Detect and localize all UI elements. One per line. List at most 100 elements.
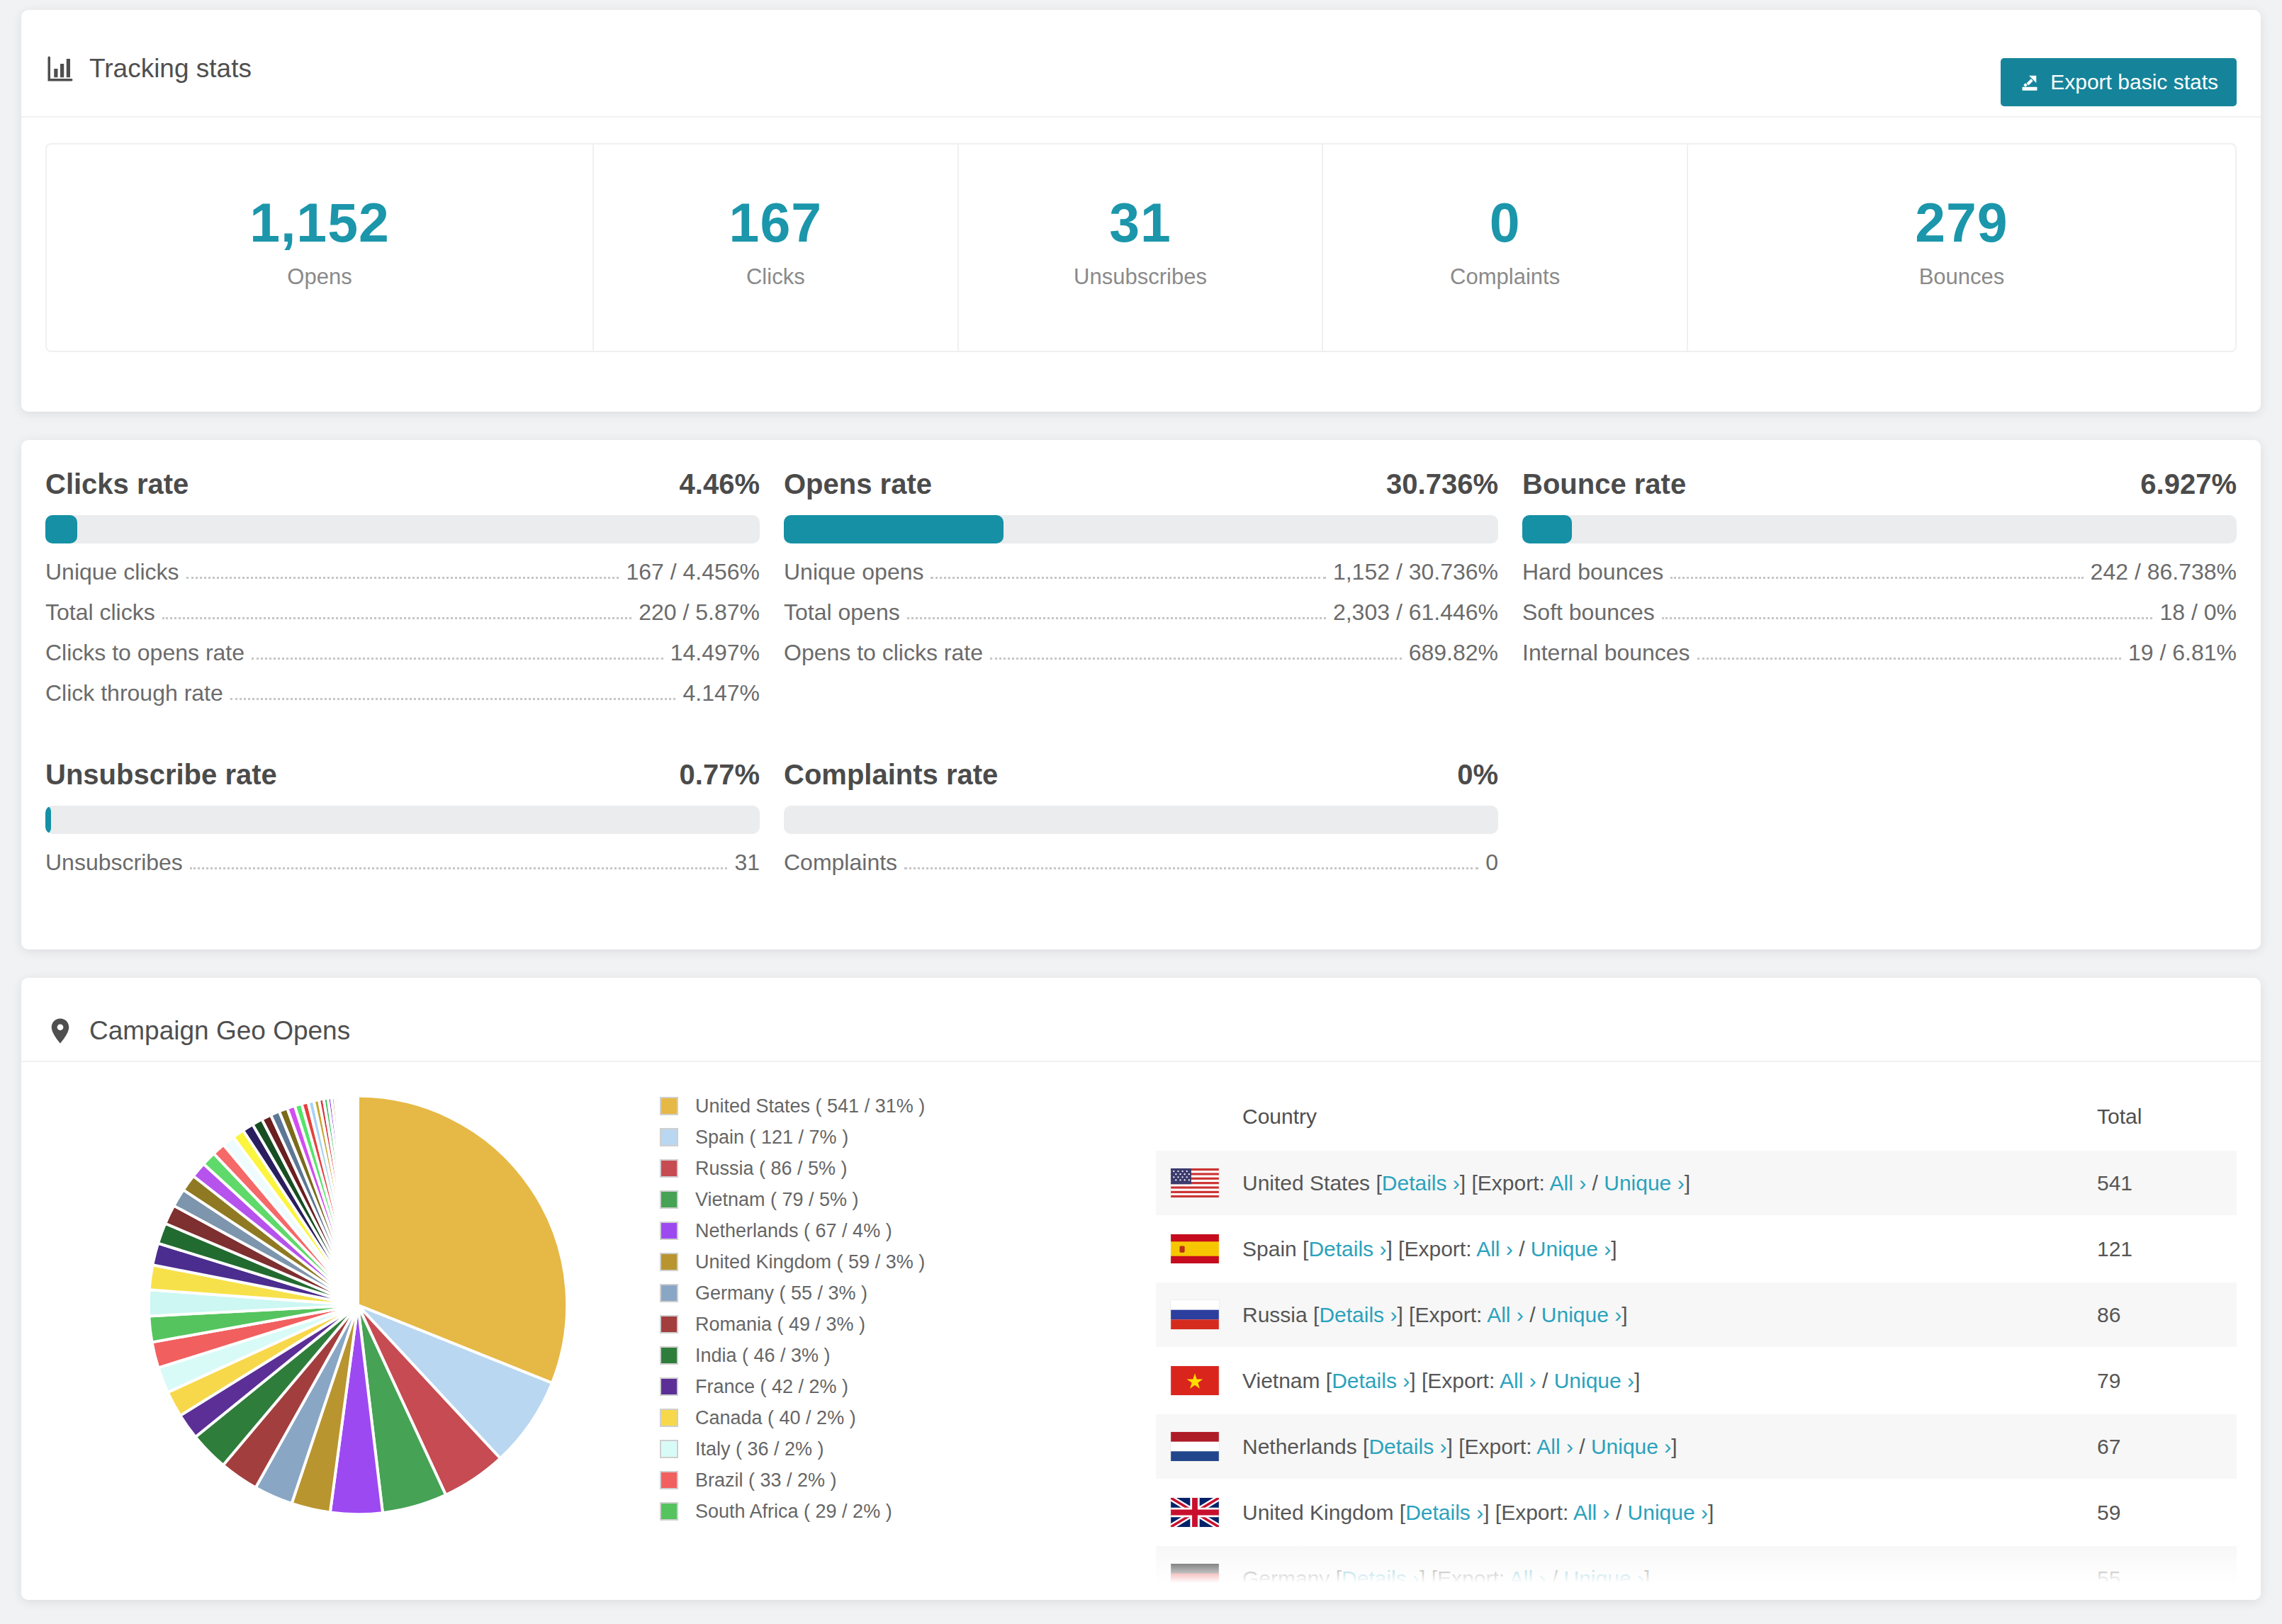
details-link[interactable]: Details › [1332, 1369, 1410, 1392]
details-link[interactable]: Details › [1382, 1171, 1460, 1195]
legend-swatch [660, 1440, 678, 1458]
legend-label: France ( 42 / 2% ) [695, 1376, 848, 1398]
country-column-header: Country [1242, 1105, 1317, 1129]
rate-section-opens-rate: Opens rate 30.736% Unique opens1,152 / 30.… [784, 467, 1498, 705]
geo-header: Campaign Geo Opens [21, 978, 2261, 1062]
legend-label: Canada ( 40 / 2% ) [695, 1407, 856, 1429]
rate-title: Clicks rate [45, 467, 189, 501]
bar-chart-icon [45, 54, 75, 84]
details-link[interactable]: Details › [1405, 1501, 1483, 1524]
rate-line: Complaints0 [784, 851, 1498, 874]
export-all-link[interactable]: All › [1536, 1435, 1573, 1458]
details-link[interactable]: Details › [1342, 1567, 1420, 1590]
legend-item: Italy ( 36 / 2% ) [660, 1433, 1156, 1465]
legend-item: South Africa ( 29 / 2% ) [660, 1496, 1156, 1527]
legend-swatch [660, 1190, 678, 1209]
country-total: 541 [2097, 1171, 2237, 1195]
geo-table-header: Country Total [1156, 1062, 2237, 1149]
legend-item: United Kingdom ( 59 / 3% ) [660, 1246, 1156, 1278]
details-link[interactable]: Details › [1308, 1237, 1386, 1261]
us-flag-icon [1171, 1168, 1219, 1197]
export-basic-stats-button[interactable]: Export basic stats [2001, 58, 2237, 106]
stat-value: 167 [594, 191, 957, 254]
page: Tracking stats Export basic stats 1,152O… [0, 0, 2282, 1600]
geo-body: United States ( 541 / 31% )Spain ( 121 /… [21, 1062, 2261, 1600]
rate-value: 30.736% [1386, 467, 1498, 501]
stats-row: 1,152Opens167Clicks31Unsubscribes0Compla… [45, 143, 2237, 352]
vn-flag-icon [1171, 1366, 1219, 1395]
export-unique-link[interactable]: Unique › [1541, 1303, 1621, 1326]
export-all-link[interactable]: All › [1550, 1171, 1587, 1195]
export-all-link[interactable]: All › [1487, 1303, 1524, 1326]
legend-item: Germany ( 55 / 3% ) [660, 1278, 1156, 1309]
rate-value: 4.46% [680, 467, 760, 501]
legend-label: United Kingdom ( 59 / 3% ) [695, 1251, 925, 1273]
stat-box-clicks: 167Clicks [594, 145, 959, 351]
progress-bar [1522, 515, 2237, 543]
export-unique-link[interactable]: Unique › [1554, 1369, 1634, 1392]
rate-line: Opens to clicks rate689.82% [784, 641, 1498, 665]
tracking-stats-header: Tracking stats Export basic stats [21, 10, 2261, 118]
export-icon [2019, 72, 2040, 93]
rate-line: Unique opens1,152 / 30.736% [784, 560, 1498, 584]
stat-box-bounces: 279Bounces [1688, 145, 2235, 351]
export-all-link[interactable]: All › [1500, 1369, 1536, 1392]
stat-label: Bounces [1688, 264, 2235, 290]
rate-title: Opens rate [784, 467, 932, 501]
stat-value: 1,152 [47, 191, 592, 254]
export-all-link[interactable]: All › [1476, 1237, 1513, 1261]
rate-line: Click through rate4.147% [45, 682, 760, 705]
export-all-link[interactable]: All › [1510, 1567, 1546, 1590]
rate-line: Unique clicks167 / 4.456% [45, 560, 760, 584]
export-unique-link[interactable]: Unique › [1531, 1237, 1611, 1261]
tracking-stats-title: Tracking stats [45, 54, 252, 84]
country-name: Vietnam [1242, 1369, 1320, 1392]
geo-table-row-gb: United Kingdom [Details ›] [Export: All … [1156, 1479, 2237, 1545]
legend-swatch [660, 1253, 678, 1271]
legend-item: Canada ( 40 / 2% ) [660, 1402, 1156, 1433]
legend-label: Germany ( 55 / 3% ) [695, 1282, 867, 1304]
legend-swatch [660, 1315, 678, 1333]
country-name: Russia [1242, 1303, 1308, 1326]
legend-label: South Africa ( 29 / 2% ) [695, 1501, 892, 1523]
legend-swatch [660, 1284, 678, 1302]
gb-flag-icon [1171, 1498, 1219, 1527]
export-unique-link[interactable]: Unique › [1604, 1171, 1684, 1195]
campaign-geo-opens-card: Campaign Geo Opens United States ( 541 /… [21, 978, 2261, 1600]
rate-title: Complaints rate [784, 757, 998, 791]
geo-table-row-vn: Vietnam [Details ›] [Export: All › / Uni… [1156, 1347, 2237, 1413]
legend-item: Vietnam ( 79 / 5% ) [660, 1184, 1156, 1215]
details-link[interactable]: Details › [1368, 1435, 1446, 1458]
geo-table-row-us: United States [Details ›] [Export: All ›… [1156, 1149, 2237, 1215]
export-unique-link[interactable]: Unique › [1564, 1567, 1644, 1590]
legend-item: France ( 42 / 2% ) [660, 1371, 1156, 1402]
country-total: 67 [2097, 1435, 2237, 1459]
geo-title: Campaign Geo Opens [45, 1016, 350, 1046]
legend-swatch [660, 1409, 678, 1427]
rate-section-clicks-rate: Clicks rate 4.46% Unique clicks167 / 4.456… [45, 467, 760, 705]
stat-box-complaints: 0Complaints [1323, 145, 1688, 351]
legend-item: Russia ( 86 / 5% ) [660, 1153, 1156, 1184]
details-link[interactable]: Details › [1319, 1303, 1397, 1326]
country-total: 79 [2097, 1369, 2237, 1393]
country-name: United Kingdom [1242, 1501, 1393, 1524]
legend-item: India ( 46 / 3% ) [660, 1340, 1156, 1371]
rate-title: Bounce rate [1522, 467, 1686, 501]
pie-svg [142, 1089, 574, 1521]
rates-grid: Clicks rate 4.46% Unique clicks167 / 4.456… [21, 440, 2261, 949]
progress-bar [45, 806, 760, 834]
country-name: Spain [1242, 1237, 1297, 1261]
rate-line: Hard bounces242 / 86.738% [1522, 560, 2237, 584]
location-pin-icon [45, 1016, 75, 1046]
ru-flag-icon [1171, 1300, 1219, 1329]
rate-line: Soft bounces18 / 0% [1522, 601, 2237, 624]
legend-label: India ( 46 / 3% ) [695, 1345, 831, 1367]
export-all-link[interactable]: All › [1573, 1501, 1610, 1524]
export-unique-link[interactable]: Unique › [1628, 1501, 1708, 1524]
legend-swatch [660, 1346, 678, 1365]
country-total: 59 [2097, 1501, 2237, 1525]
geo-table-row-ru: Russia [Details ›] [Export: All › / Uniq… [1156, 1281, 2237, 1347]
rate-line: Internal bounces19 / 6.81% [1522, 641, 2237, 665]
export-unique-link[interactable]: Unique › [1591, 1435, 1671, 1458]
legend-item: Netherlands ( 67 / 4% ) [660, 1215, 1156, 1246]
